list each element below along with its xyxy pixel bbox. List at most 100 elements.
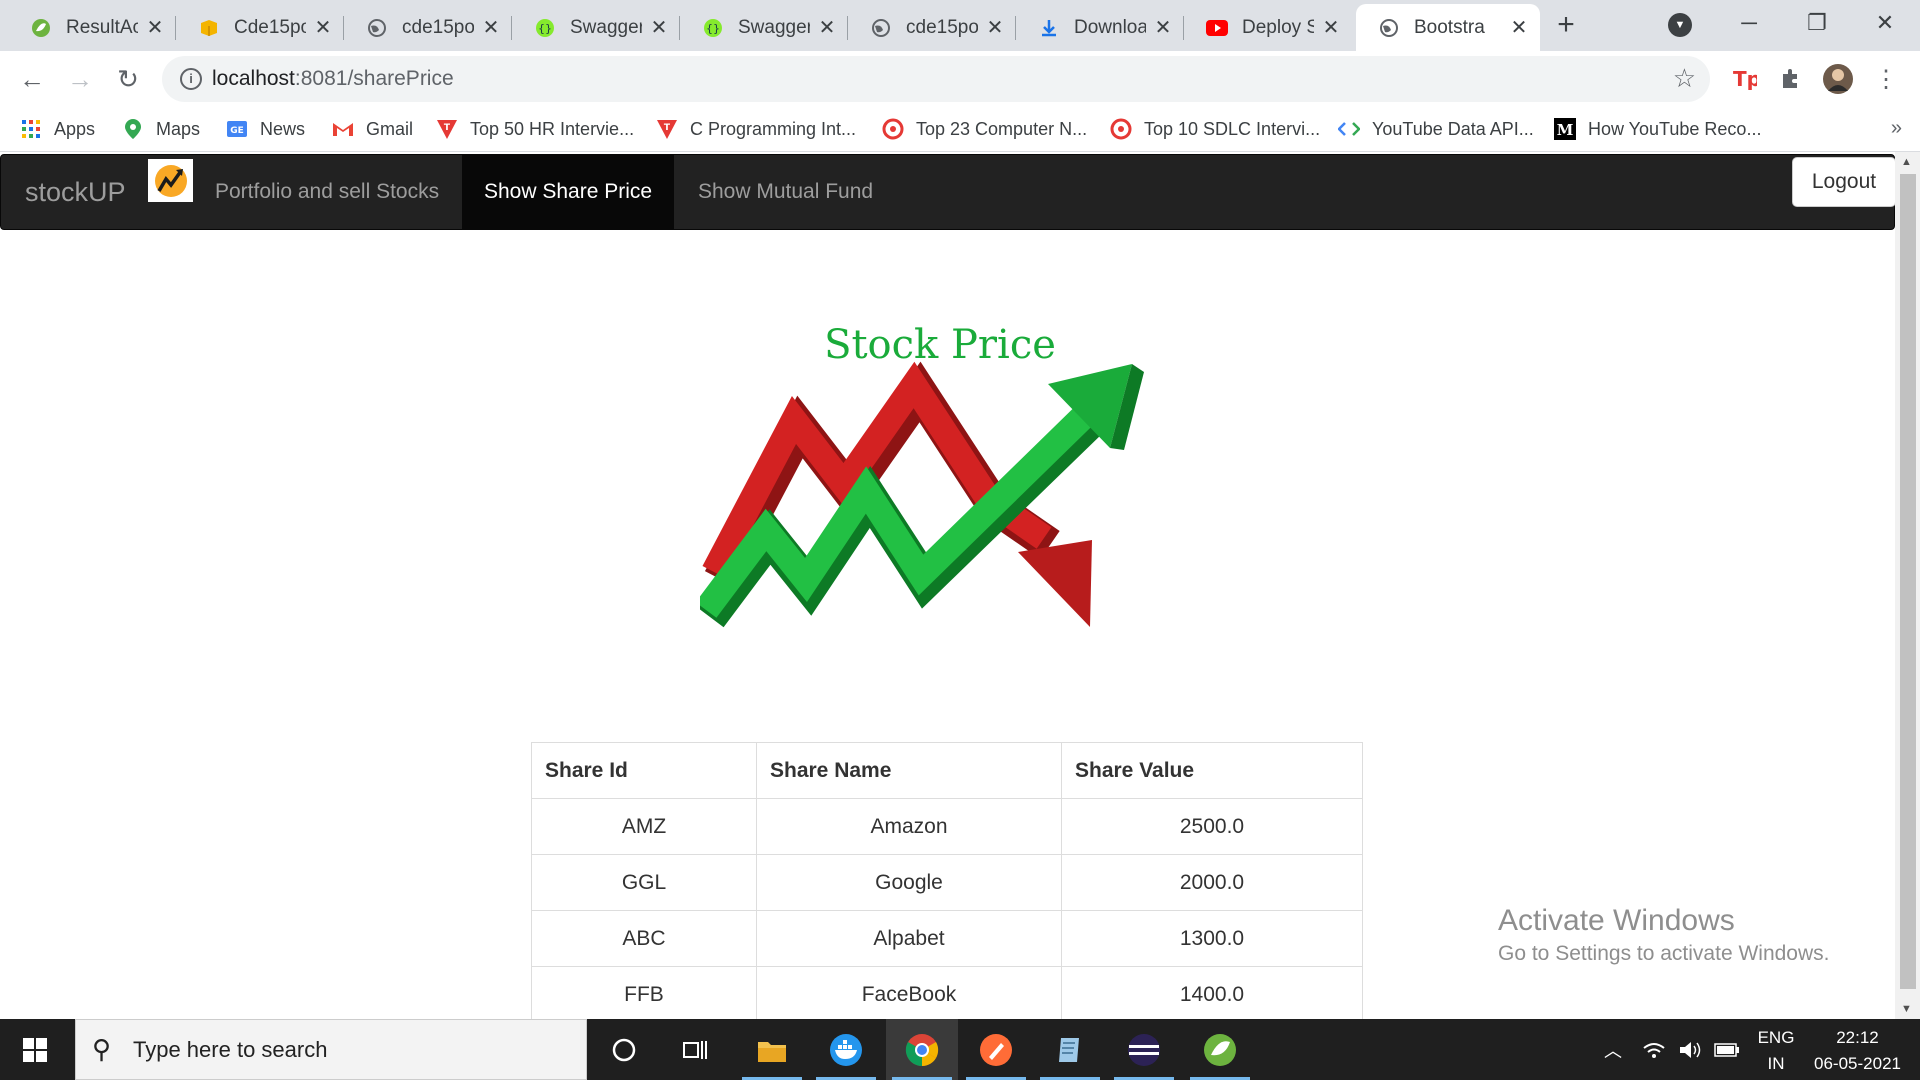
svg-text:GE: GE: [230, 126, 244, 136]
folder-icon: [758, 1041, 786, 1062]
chrome-button[interactable]: [886, 1019, 958, 1080]
tab-title: Swagger: [738, 16, 810, 38]
nav-show-mutual-fund[interactable]: Show Mutual Fund: [676, 155, 895, 229]
nav-show-share-price[interactable]: Show Share Price: [462, 155, 675, 229]
browser-tab[interactable]: Deploy S ✕: [1184, 4, 1352, 51]
input-language-indicator[interactable]: ENG IN: [1752, 1025, 1800, 1077]
nav-portfolio[interactable]: Portfolio and sell Stocks: [193, 155, 461, 229]
show-hidden-icons-button[interactable]: ︿: [1604, 1019, 1622, 1080]
back-button[interactable]: ←: [12, 59, 52, 99]
bookmark-maps[interactable]: Maps: [122, 115, 200, 143]
volume-icon[interactable]: [1678, 1019, 1702, 1080]
share-value-cell: 1300.0: [1061, 910, 1363, 967]
bookmark-how-youtube[interactable]: M How YouTube Reco...: [1554, 115, 1761, 143]
close-icon[interactable]: ✕: [1152, 15, 1174, 40]
forward-button[interactable]: →: [60, 59, 100, 99]
docker-button[interactable]: [810, 1019, 882, 1080]
address-bar[interactable]: i localhost:8081/sharePrice ☆: [162, 56, 1710, 102]
tab-title: Deploy S: [1242, 16, 1314, 38]
bookmark-c-programming[interactable]: T C Programming Int...: [656, 115, 856, 143]
bookmark-hr-interview[interactable]: T Top 50 HR Intervie...: [436, 115, 634, 143]
bookmark-apps[interactable]: Apps: [20, 115, 95, 143]
box-icon: [198, 17, 220, 39]
bookmark-label: Top 10 SDLC Intervi...: [1144, 118, 1321, 139]
browser-tab[interactable]: Download ✕: [1016, 4, 1184, 51]
browser-tab-active[interactable]: Bootstrap ✕: [1356, 4, 1540, 51]
taskbar-search-box[interactable]: ⚲ Type here to search: [75, 1019, 587, 1080]
close-icon[interactable]: ✕: [1320, 15, 1342, 40]
close-icon[interactable]: ✕: [312, 15, 334, 40]
tp-extension-icon[interactable]: Tp: [1726, 61, 1762, 97]
bookmarks-overflow-button[interactable]: »: [1891, 117, 1902, 140]
spring-tool-suite-button[interactable]: [1184, 1019, 1256, 1080]
battery-icon[interactable]: [1714, 1019, 1740, 1080]
extensions-puzzle-icon[interactable]: [1772, 61, 1808, 97]
wifi-icon[interactable]: [1642, 1019, 1666, 1080]
stock-arrows-graphic: [700, 361, 1144, 628]
scrollbar-thumb[interactable]: [1900, 174, 1916, 989]
bookmark-sdlc[interactable]: Top 10 SDLC Intervi...: [1110, 115, 1320, 143]
maps-pin-icon: [122, 118, 144, 140]
page-scrollbar[interactable]: ▲ ▼: [1895, 152, 1920, 1019]
scroll-down-arrow-icon[interactable]: ▼: [1901, 1003, 1912, 1015]
bookmark-gmail[interactable]: Gmail: [332, 115, 413, 143]
docker-icon: [830, 1033, 862, 1066]
bookmark-news[interactable]: GE News: [226, 115, 305, 143]
globe-icon: [870, 17, 892, 39]
browser-tab[interactable]: ResultActions ✕: [8, 4, 176, 51]
info-icon[interactable]: i: [180, 68, 202, 90]
notepad-icon: [1059, 1037, 1079, 1062]
taskbar-clock[interactable]: 22:12 06-05-2021: [1800, 1025, 1915, 1077]
postman-button[interactable]: [960, 1019, 1032, 1080]
minimize-button[interactable]: ─: [1714, 0, 1784, 45]
reload-button[interactable]: ↻: [108, 59, 148, 99]
eclipse-button[interactable]: [1108, 1019, 1180, 1080]
close-icon[interactable]: ✕: [816, 15, 838, 40]
bookmark-star-icon[interactable]: ☆: [1673, 63, 1696, 94]
browser-tab[interactable]: {} Swagger ✕: [512, 4, 680, 51]
scroll-up-arrow-icon[interactable]: ▲: [1901, 156, 1912, 168]
bookmark-c-icon: [882, 118, 904, 140]
share-id-cell: FFB: [531, 966, 757, 1019]
share-value-cell: 1400.0: [1061, 966, 1363, 1019]
browser-tab[interactable]: cde15poc ✕: [848, 4, 1016, 51]
bookmark-label: Top 23 Computer N...: [916, 118, 1088, 139]
restore-button[interactable]: ❐: [1782, 0, 1852, 45]
close-icon[interactable]: ✕: [480, 15, 502, 40]
share-id-cell: GGL: [531, 854, 757, 911]
region-code: IN: [1767, 1054, 1785, 1073]
browser-tab[interactable]: {} Swagger ✕: [680, 4, 848, 51]
close-window-button[interactable]: ✕: [1850, 0, 1920, 45]
url-text[interactable]: localhost:8081/sharePrice: [212, 67, 454, 91]
activate-windows-watermark: Activate Windows Go to Settings to activ…: [1498, 904, 1830, 966]
close-icon[interactable]: ✕: [648, 15, 670, 40]
tab-title: Cde15po: [234, 16, 306, 38]
close-icon[interactable]: ✕: [144, 15, 166, 40]
browser-tab[interactable]: cde15poc ✕: [344, 4, 512, 51]
task-view-button[interactable]: [660, 1019, 732, 1080]
browser-tab[interactable]: Cde15po ✕: [176, 4, 344, 51]
chrome-menu-icon[interactable]: ⋮: [1868, 61, 1904, 97]
tab-search-button[interactable]: ▼: [1668, 13, 1692, 37]
new-tab-button[interactable]: +: [1548, 7, 1584, 43]
bookmark-label: Apps: [54, 118, 96, 139]
brand-link[interactable]: stockUP: [25, 177, 126, 208]
close-icon[interactable]: ✕: [1508, 15, 1530, 40]
bookmark-label: How YouTube Reco...: [1588, 118, 1762, 139]
cortana-button[interactable]: [588, 1019, 660, 1080]
bookmark-computer-networks[interactable]: Top 23 Computer N...: [882, 115, 1087, 143]
windows-start-button[interactable]: [0, 1019, 70, 1080]
close-icon[interactable]: ✕: [984, 15, 1006, 40]
notepad-button[interactable]: [1034, 1019, 1106, 1080]
profile-avatar[interactable]: [1820, 61, 1856, 97]
bookmark-label: YouTube Data API...: [1372, 118, 1534, 139]
brand-logo-icon[interactable]: [148, 159, 193, 202]
app-navbar: stockUP Portfolio and sell Stocks Show S…: [0, 154, 1896, 230]
bookmark-label: Gmail: [366, 118, 414, 139]
bookmarks-bar: Apps Maps GE News Gmail T Top 50 HR Inte…: [0, 107, 1920, 152]
bookmark-youtube-data-api[interactable]: YouTube Data API...: [1338, 115, 1534, 143]
file-explorer-button[interactable]: [736, 1019, 808, 1080]
logout-button[interactable]: Logout: [1792, 157, 1896, 207]
header-share-name: Share Name: [756, 742, 1062, 799]
watermark-title: Activate Windows: [1498, 904, 1735, 937]
